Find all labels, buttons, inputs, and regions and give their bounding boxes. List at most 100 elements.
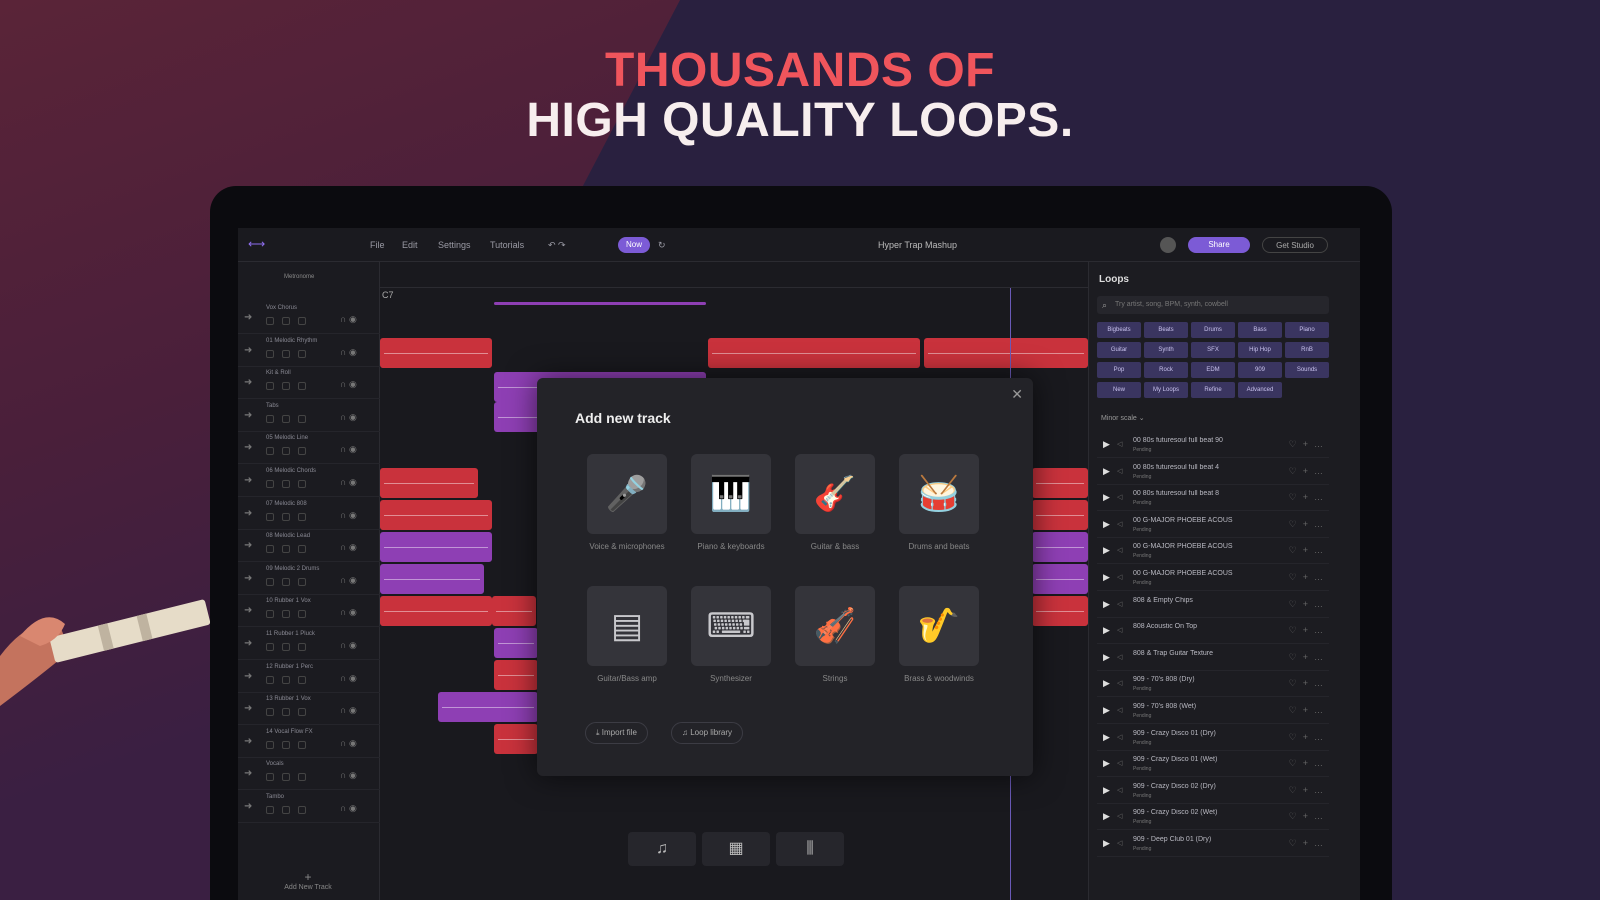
scale-select[interactable]: Minor scale ⌄ xyxy=(1101,414,1145,422)
track-controls[interactable] xyxy=(266,577,326,586)
music-note-icon[interactable]: ♫ xyxy=(628,832,696,866)
headphones-icon[interactable]: ∩ ◉ xyxy=(340,347,357,358)
share-button[interactable]: Share xyxy=(1188,237,1250,253)
track-controls[interactable] xyxy=(266,740,326,749)
track-row[interactable]: ➜ 13 Rubber 1 Vox ∩ ◉ xyxy=(238,693,380,726)
audio-clip[interactable] xyxy=(494,628,538,658)
loop-item[interactable]: ▶ ◁ 00 G-MAJOR PHOEBE ACOUS Pending ♡+… xyxy=(1097,512,1329,538)
loop-tag[interactable]: Rock xyxy=(1144,362,1188,378)
play-icon[interactable]: ▶ xyxy=(1103,519,1110,530)
loop-actions-icon[interactable]: ♡+… xyxy=(1289,519,1329,530)
track-type-option[interactable]: ▤ Guitar/Bass amp xyxy=(575,586,679,683)
audio-clip[interactable] xyxy=(438,692,538,722)
close-icon[interactable]: ✕ xyxy=(1011,386,1023,403)
loop-item[interactable]: ▶ ◁ 909 - Crazy Disco 02 (Wet) Pending ♡+… xyxy=(1097,804,1329,831)
audio-clip[interactable] xyxy=(380,596,492,626)
volume-icon[interactable]: ◁ xyxy=(1117,520,1122,528)
play-icon[interactable]: ▶ xyxy=(1103,811,1110,822)
track-type-option[interactable]: 🎷 Brass & woodwinds xyxy=(887,586,991,683)
track-row[interactable]: ➜ 11 Rubber 1 Pluck ∩ ◉ xyxy=(238,628,380,660)
track-row[interactable]: ➜ Vox Chorus ∩ ◉ xyxy=(238,302,380,334)
loop-item[interactable]: ▶ ◁ 909 - Crazy Disco 01 (Dry) Pending ♡+… xyxy=(1097,725,1329,751)
loop-library-button[interactable]: ♫ Loop library xyxy=(671,722,744,744)
loop-tag[interactable]: SFX xyxy=(1191,342,1235,358)
play-icon[interactable]: ▶ xyxy=(1103,758,1110,769)
volume-icon[interactable]: ◁ xyxy=(1117,546,1122,554)
play-icon[interactable]: ▶ xyxy=(1103,439,1110,450)
get-studio-button[interactable]: Get Studio xyxy=(1262,237,1328,253)
track-controls[interactable] xyxy=(266,480,326,488)
play-icon[interactable]: ▶ xyxy=(1103,492,1110,503)
loop-item[interactable]: ▶ ◁ 808 & Trap Guitar Texture ♡+… xyxy=(1097,645,1329,671)
play-icon[interactable]: ▶ xyxy=(1103,705,1110,716)
track-controls[interactable] xyxy=(266,414,326,423)
loop-item[interactable]: ▶ ◁ 00 80s futuresoul full beat 8 Pending ♡+… xyxy=(1097,485,1329,512)
volume-icon[interactable]: ◁ xyxy=(1117,600,1122,608)
loop-actions-icon[interactable]: ♡+… xyxy=(1289,439,1329,450)
loop-tag[interactable]: Refine xyxy=(1191,382,1235,398)
volume-icon[interactable]: ◁ xyxy=(1117,653,1122,661)
play-icon[interactable]: ▶ xyxy=(1103,599,1110,610)
app-logo-icon[interactable]: ⟷ xyxy=(248,237,270,251)
audio-clip[interactable] xyxy=(380,500,492,530)
loop-tag[interactable]: EDM xyxy=(1191,362,1235,378)
play-icon[interactable]: ▶ xyxy=(1103,652,1110,663)
undo-icon[interactable]: ↶ ↷ xyxy=(548,240,566,251)
track-row[interactable]: ➜ Vocals ∩ ◉ xyxy=(238,758,380,791)
track-controls[interactable] xyxy=(266,447,326,456)
headphones-icon[interactable]: ∩ ◉ xyxy=(340,379,357,390)
track-row[interactable]: ➜ 12 Rubber 1 Perc ∩ ◉ xyxy=(238,661,380,693)
mode-pill[interactable]: Now xyxy=(618,237,650,253)
mixer-icon[interactable]: ⫼ xyxy=(776,832,844,866)
headphones-icon[interactable]: ∩ ◉ xyxy=(340,412,357,423)
play-icon[interactable]: ▶ xyxy=(1103,732,1110,743)
loop-region[interactable] xyxy=(494,302,706,305)
track-row[interactable]: ➜ Tabs ∩ ◉ xyxy=(238,400,380,432)
audio-clip[interactable] xyxy=(1032,532,1088,562)
loop-item[interactable]: ▶ ◁ 808 & Empty Chips ♡+… xyxy=(1097,592,1329,618)
menu-edit[interactable]: Edit xyxy=(402,240,418,250)
track-controls[interactable] xyxy=(266,610,326,619)
audio-clip[interactable] xyxy=(380,468,478,498)
loop-tag[interactable]: Piano xyxy=(1285,322,1329,338)
loop-tag[interactable]: Bass xyxy=(1238,322,1282,338)
track-controls[interactable] xyxy=(266,708,326,717)
loop-tag[interactable]: Beats xyxy=(1144,322,1188,338)
loop-item[interactable]: ▶ ◁ 909 - Crazy Disco 01 (Wet) Pending ♡+… xyxy=(1097,751,1329,778)
track-controls[interactable] xyxy=(266,643,326,651)
track-row[interactable]: ➜ 14 Vocal Flow FX ∩ ◉ xyxy=(238,726,380,758)
headphones-icon[interactable]: ∩ ◉ xyxy=(340,738,357,749)
track-type-option[interactable]: 🎻 Strings xyxy=(783,586,887,683)
track-controls[interactable] xyxy=(266,773,326,782)
audio-clip[interactable] xyxy=(380,532,492,562)
loop-actions-icon[interactable]: ♡+… xyxy=(1289,705,1329,716)
loop-actions-icon[interactable]: ♡+… xyxy=(1289,838,1329,849)
volume-icon[interactable]: ◁ xyxy=(1117,626,1122,634)
headphones-icon[interactable]: ∩ ◉ xyxy=(340,705,357,716)
track-controls[interactable] xyxy=(266,545,326,554)
play-icon[interactable]: ▶ xyxy=(1103,625,1110,636)
headphones-icon[interactable]: ∩ ◉ xyxy=(340,673,357,684)
loop-item[interactable]: ▶ ◁ 00 80s futuresoul full beat 4 Pending ♡+… xyxy=(1097,459,1329,485)
track-row[interactable]: ➜ Kit & Roll ∩ ◉ xyxy=(238,367,380,400)
track-controls[interactable] xyxy=(266,806,326,814)
track-controls[interactable] xyxy=(266,512,326,521)
volume-icon[interactable]: ◁ xyxy=(1117,759,1122,767)
audio-clip[interactable] xyxy=(492,596,536,626)
loop-actions-icon[interactable]: ♡+… xyxy=(1289,492,1329,503)
loop-tag[interactable]: My Loops xyxy=(1144,382,1188,398)
timeline-ruler[interactable] xyxy=(380,262,1088,288)
loop-actions-icon[interactable]: ♡+… xyxy=(1289,572,1329,583)
loop-actions-icon[interactable]: ♡+… xyxy=(1289,466,1329,477)
track-type-option[interactable]: 🎤 Voice & microphones xyxy=(575,454,679,551)
headphones-icon[interactable]: ∩ ◉ xyxy=(340,477,357,488)
play-icon[interactable]: ▶ xyxy=(1103,545,1110,556)
track-row[interactable]: ➜ 01 Melodic Rhythm ∩ ◉ xyxy=(238,335,380,367)
loop-item[interactable]: ▶ ◁ 00 G-MAJOR PHOEBE ACOUS Pending ♡+… xyxy=(1097,538,1329,565)
track-type-option[interactable]: ⌨ Synthesizer xyxy=(679,586,783,683)
loop-actions-icon[interactable]: ♡+… xyxy=(1289,732,1329,743)
volume-icon[interactable]: ◁ xyxy=(1117,679,1122,687)
headphones-icon[interactable]: ∩ ◉ xyxy=(340,640,357,651)
loop-icon[interactable]: ↻ xyxy=(658,240,666,251)
loop-actions-icon[interactable]: ♡+… xyxy=(1289,785,1329,796)
